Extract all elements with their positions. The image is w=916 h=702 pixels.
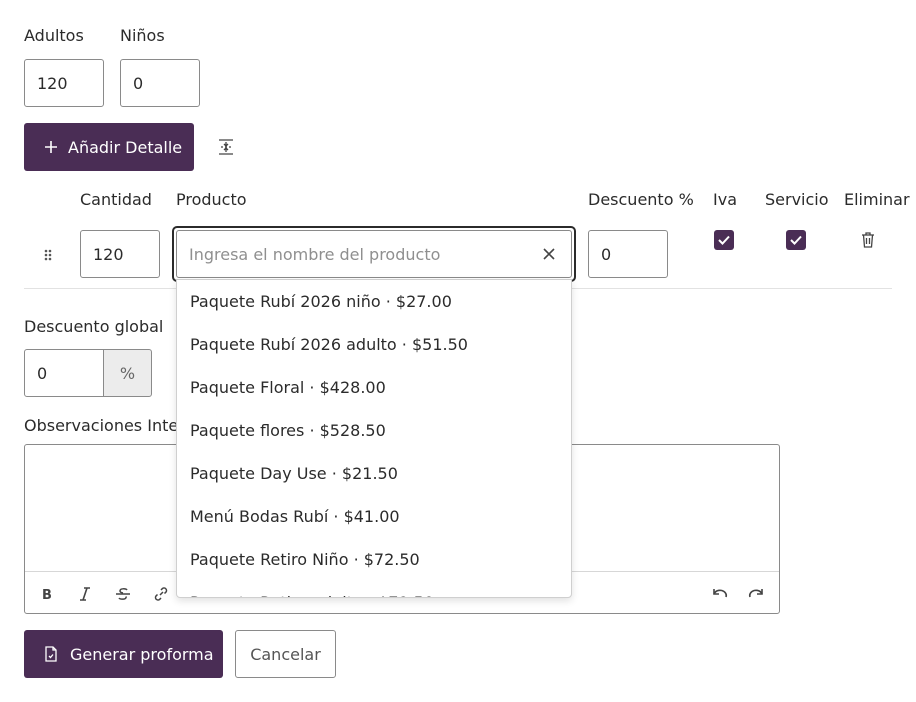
children-input[interactable]: 0 xyxy=(120,59,200,107)
strikethrough-icon[interactable] xyxy=(113,584,133,604)
plus-icon xyxy=(44,140,58,154)
bold-icon[interactable]: B xyxy=(37,584,57,604)
document-icon xyxy=(44,646,58,662)
product-option[interactable]: Paquete flores · $528.50 xyxy=(177,409,571,452)
adults-input[interactable]: 120 xyxy=(24,59,104,107)
product-option[interactable]: Paquete Retiro Niño · $72.50 xyxy=(177,538,571,581)
product-search-input[interactable]: Ingresa el nombre del producto xyxy=(176,230,572,278)
column-product: Producto xyxy=(176,190,247,209)
drag-handle-icon[interactable] xyxy=(43,247,53,261)
generate-proforma-label: Generar proforma xyxy=(70,644,214,664)
collapse-rows-icon[interactable] xyxy=(216,137,236,157)
undo-icon[interactable] xyxy=(709,584,729,604)
service-checkbox[interactable] xyxy=(786,230,806,250)
product-option[interactable]: Paquete Rubí 2026 niño · $27.00 xyxy=(177,280,571,323)
cancel-button[interactable]: Cancelar xyxy=(235,630,336,678)
product-option[interactable]: Menú Bodas Rubí · $41.00 xyxy=(177,495,571,538)
product-option[interactable]: Paquete Rubí 2026 adulto · $51.50 xyxy=(177,323,571,366)
product-option[interactable]: Paquete Day Use · $21.50 xyxy=(177,452,571,495)
generate-proforma-button[interactable]: Generar proforma xyxy=(24,630,223,678)
redo-icon[interactable] xyxy=(747,584,767,604)
svg-text:B: B xyxy=(42,588,52,601)
iva-checkbox[interactable] xyxy=(714,230,734,250)
column-discount: Descuento % xyxy=(588,190,694,209)
column-quantity: Cantidad xyxy=(80,190,152,209)
children-label: Niños xyxy=(120,26,165,45)
column-service: Servicio xyxy=(765,190,829,209)
column-iva: Iva xyxy=(713,190,737,209)
italic-icon[interactable] xyxy=(75,584,95,604)
global-discount-label: Descuento global xyxy=(24,317,164,336)
quantity-input[interactable]: 120 xyxy=(80,230,160,278)
add-detail-button[interactable]: Añadir Detalle xyxy=(24,123,194,171)
product-option[interactable]: Paquete Retiro adulto · $79.50 xyxy=(177,581,571,597)
adults-label: Adultos xyxy=(24,26,84,45)
global-discount-input[interactable]: 0 xyxy=(24,349,104,397)
product-dropdown: Paquete Rubí 2026 niño · $27.00 Paquete … xyxy=(176,279,572,598)
clear-icon[interactable] xyxy=(541,246,557,262)
trash-icon[interactable] xyxy=(860,231,876,249)
column-delete: Eliminar xyxy=(844,190,910,209)
discount-input[interactable]: 0 xyxy=(588,230,668,278)
link-icon[interactable] xyxy=(151,584,171,604)
product-option[interactable]: Paquete Floral · $428.00 xyxy=(177,366,571,409)
percent-suffix: % xyxy=(103,349,152,397)
add-detail-label: Añadir Detalle xyxy=(68,137,183,157)
